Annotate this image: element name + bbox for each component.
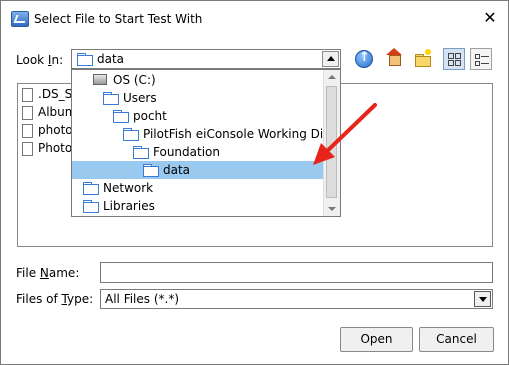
cancel-button[interactable]: Cancel <box>419 327 494 352</box>
title-bar: Select File to Start Test With ✕ <box>1 1 508 37</box>
file-chooser-dialog: Select File to Start Test With ✕ Look In… <box>0 0 509 365</box>
look-in-label-prefix: Look <box>16 53 48 67</box>
files-of-type-select[interactable]: All Files (*.*) <box>100 289 493 309</box>
open-button[interactable]: Open <box>340 327 413 352</box>
file-name-label-mnemonic: N <box>39 266 49 280</box>
dropdown-item-label: Users <box>123 91 157 105</box>
folder-icon <box>83 182 99 195</box>
drive-icon <box>93 74 107 85</box>
look-in-label-suffix: n: <box>51 53 64 67</box>
dropdown-item-label: OS (C:) <box>113 73 156 87</box>
scroll-up-icon[interactable] <box>328 75 336 79</box>
dropdown-item-pocht[interactable]: pocht <box>72 107 324 125</box>
folder-icon <box>103 92 119 105</box>
file-name-label-prefix: File <box>16 266 40 280</box>
list-view-button[interactable] <box>443 48 465 70</box>
chevron-down-icon <box>479 297 487 302</box>
sparkle-icon <box>425 49 431 55</box>
dropdown-item-label: Libraries <box>103 199 155 213</box>
details-view-icon <box>475 54 489 66</box>
look-in-combo[interactable]: data <box>71 49 341 69</box>
folder-icon <box>83 200 99 213</box>
dropdown-item-pilotfish[interactable]: PilotFish eiConsole Working Dire <box>72 125 335 143</box>
look-in-selected: data <box>97 52 125 66</box>
up-one-level-button[interactable] <box>353 48 375 70</box>
files-of-type-toggle-button[interactable] <box>474 291 491 307</box>
file-name: Photo <box>38 141 73 155</box>
dropdown-item-users[interactable]: Users <box>72 89 324 107</box>
files-of-type-label-prefix: Files of <box>16 292 62 306</box>
dropdown-item-foundation[interactable]: Foundation <box>72 143 324 161</box>
dropdown-item-label: Network <box>103 181 154 195</box>
folder-icon <box>133 146 149 159</box>
files-of-type-label-suffix: ype: <box>67 292 94 306</box>
file-name-input[interactable] <box>100 262 493 283</box>
folder-icon <box>143 164 159 177</box>
look-in-label: Look In: <box>16 53 63 67</box>
annotation-arrow-icon <box>313 103 377 165</box>
dropdown-item-libraries[interactable]: Libraries <box>72 197 324 215</box>
dropdown-item-label: data <box>163 163 191 177</box>
up-one-level-icon <box>355 50 373 68</box>
file-icon <box>22 106 33 120</box>
dropdown-item-data[interactable]: data <box>72 161 324 179</box>
home-button[interactable] <box>383 48 405 70</box>
new-folder-icon <box>415 54 431 67</box>
dropdown-item-network[interactable]: Network <box>72 179 324 197</box>
details-view-button[interactable] <box>470 48 492 70</box>
file-icon <box>22 142 33 156</box>
file-name: .DS_S <box>38 87 73 101</box>
dropdown-item-label: pocht <box>133 109 167 123</box>
folder-icon <box>123 128 139 141</box>
scroll-down-icon[interactable] <box>328 207 336 211</box>
dialog-title: Select File to Start Test With <box>34 12 203 26</box>
files-of-type-selected: All Files (*.*) <box>105 292 180 306</box>
close-icon[interactable]: ✕ <box>477 5 503 31</box>
look-in-toggle-button[interactable] <box>322 51 339 67</box>
dropdown-item-os-c[interactable]: OS (C:) <box>72 71 324 89</box>
file-icon <box>22 124 33 138</box>
dropdown-item-label: Foundation <box>153 145 220 159</box>
file-icon <box>22 88 33 102</box>
folder-icon <box>113 110 129 123</box>
home-icon <box>386 48 402 66</box>
list-view-icon <box>448 53 461 66</box>
folder-icon <box>77 53 93 66</box>
new-folder-button[interactable] <box>412 48 434 70</box>
file-name-label: File Name: <box>16 266 79 280</box>
app-icon <box>11 11 29 27</box>
file-name-label-suffix: ame: <box>48 266 80 280</box>
chevron-up-icon <box>327 56 335 61</box>
files-of-type-label: Files of Type: <box>16 292 93 306</box>
